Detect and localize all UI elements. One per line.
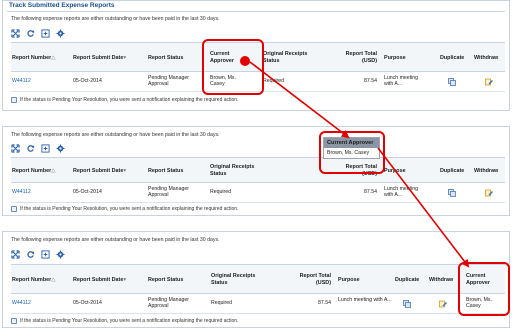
- arrow-to-dragged: [249, 61, 350, 139]
- drag-arrows: [249, 61, 470, 268]
- arrow-to-dropped: [377, 147, 470, 268]
